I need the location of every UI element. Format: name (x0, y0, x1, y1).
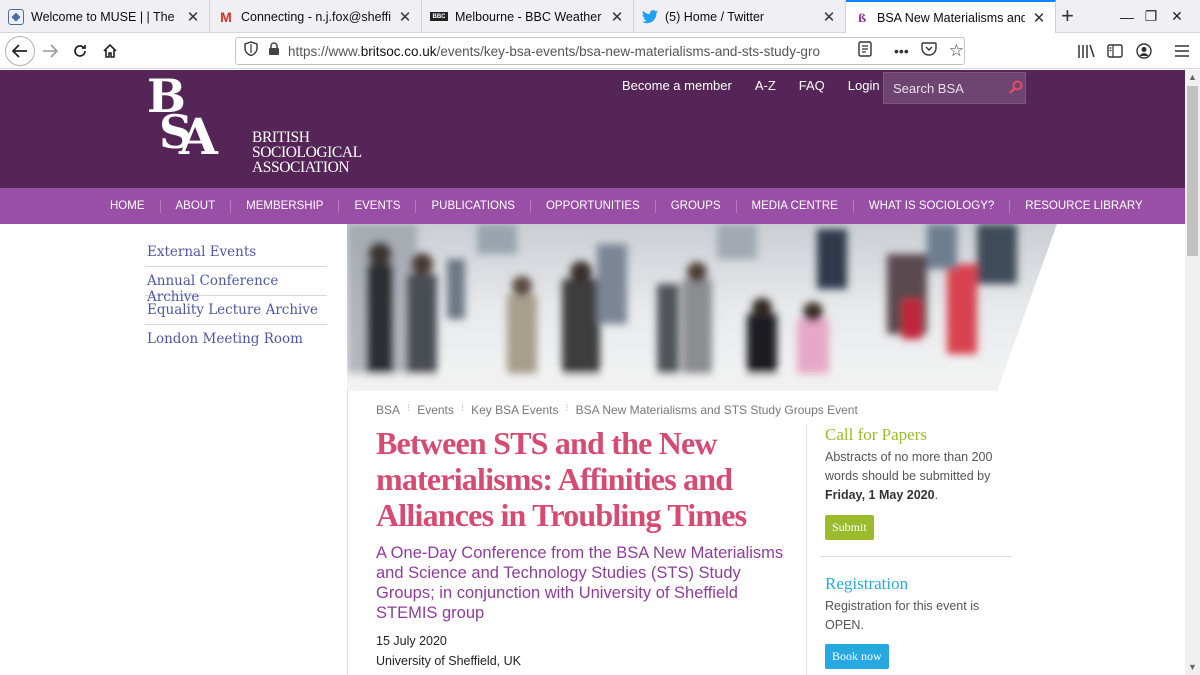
tab-muse[interactable]: ◆ Welcome to MUSE | | The Univ ✕ (0, 0, 210, 33)
faq-link[interactable]: FAQ (799, 78, 825, 93)
a-z-link[interactable]: A-Z (755, 78, 776, 93)
submit-button[interactable]: Submit (825, 515, 874, 540)
breadcrumb-separator-icon: ⁝ (460, 403, 465, 414)
call-deadline: Friday, 1 May 2020 (825, 488, 935, 502)
nav-events[interactable]: Events (339, 199, 417, 213)
shield-icon: ◆ (8, 8, 24, 25)
address-bar[interactable]: https://www.britsoc.co.uk/events/key-bsa… (235, 37, 965, 65)
bsa-icon: ß (857, 11, 867, 25)
breadcrumb-separator-icon: ⁝ (407, 403, 411, 414)
logo-letter-a: A (178, 107, 219, 166)
close-icon[interactable]: ✕ (821, 8, 837, 26)
nav-what-is-sociology[interactable]: What is Sociology? (854, 199, 1011, 213)
call-for-papers-text: Abstracts of no more than 200 words shou… (825, 450, 993, 502)
breadcrumb-item[interactable]: Events (417, 403, 454, 417)
book-now-button[interactable]: Book now (825, 644, 889, 669)
gmail-icon: M (220, 8, 232, 25)
bsa-logo[interactable]: B S A BRITISH SOCIOLOGICAL ASSOCIATION (145, 69, 375, 178)
nav-resource-library[interactable]: Resource Library (1010, 200, 1157, 213)
nav-groups[interactable]: Groups (656, 199, 737, 213)
column-divider (806, 424, 807, 675)
reload-button[interactable] (66, 37, 94, 65)
side-divider (820, 556, 1012, 557)
close-icon[interactable]: ✕ (185, 8, 201, 26)
call-for-papers-box: Call for Papers Abstracts of no more tha… (825, 425, 1000, 540)
nav-opportunities[interactable]: Opportunities (531, 199, 656, 213)
scroll-down-icon[interactable]: ▼ (1188, 662, 1197, 672)
registration-heading: Registration (825, 574, 909, 593)
event-date: 15 July 2020 (376, 634, 447, 648)
tab-bbc[interactable]: BBC Melbourne - BBC Weather ✕ (422, 0, 634, 33)
bbc-icon: BBC (430, 12, 448, 21)
search-input[interactable]: Search BSA (883, 72, 1026, 104)
sidebar-icon[interactable] (1101, 37, 1129, 65)
top-links: Become a member A-Z FAQ Login (622, 78, 903, 93)
url-text[interactable]: https://www.britsoc.co.uk/events/key-bsa… (288, 44, 820, 59)
nav-media-centre[interactable]: Media Centre (737, 199, 854, 213)
page-title: Between STS and the New materialisms: Af… (376, 425, 747, 533)
browser-toolbar: https://www.britsoc.co.uk/events/key-bsa… (0, 33, 1200, 69)
window-close-button[interactable]: ✕ (1154, 0, 1200, 33)
scroll-up-icon[interactable]: ▲ (1188, 72, 1197, 82)
chevron-down-icon[interactable] (1062, 0, 1108, 33)
sidebar-item-annual-conference-archive[interactable]: Annual Conference Archive (145, 267, 327, 305)
nav-about[interactable]: About (161, 199, 232, 213)
content-divider (347, 390, 348, 675)
close-icon[interactable]: ✕ (397, 8, 413, 26)
breadcrumb: BSA ⁝ Events ⁝ Key BSA Events ⁝ BSA New … (376, 403, 858, 417)
become-member-link[interactable]: Become a member (622, 78, 732, 93)
menu-icon[interactable] (1168, 37, 1196, 65)
call-for-papers-heading: Call for Papers (825, 425, 927, 444)
library-icon[interactable] (1072, 37, 1100, 65)
sidebar-item-external-events[interactable]: External Events (145, 238, 327, 267)
star-icon[interactable]: ☆ (949, 41, 964, 61)
registration-text: Registration for this event is OPEN. (825, 599, 980, 632)
home-button[interactable] (96, 37, 124, 65)
close-icon[interactable]: ✕ (609, 8, 625, 26)
nav-membership[interactable]: Membership (231, 199, 340, 213)
sidebar-menu: External Events Annual Conference Archiv… (145, 238, 327, 354)
tracking-protection-icon[interactable] (244, 41, 258, 61)
close-icon[interactable]: ✕ (1031, 9, 1047, 27)
login-link[interactable]: Login (848, 78, 880, 93)
pocket-icon[interactable] (921, 41, 937, 61)
browser-tab-bar: ◆ Welcome to MUSE | | The Univ ✕ M Conne… (0, 0, 1200, 34)
breadcrumb-item[interactable]: BSA (376, 403, 400, 417)
main-navigation: Home About Membership Events Publication… (0, 188, 1185, 224)
registration-box: Registration Registration for this event… (825, 574, 1000, 669)
page-actions-icon[interactable]: ••• (894, 43, 909, 59)
breadcrumb-item[interactable]: Key BSA Events (471, 403, 558, 417)
breadcrumb-separator-icon: ⁝ (565, 403, 569, 414)
tab-twitter[interactable]: (5) Home / Twitter ✕ (634, 0, 846, 33)
twitter-icon (642, 9, 658, 25)
site-header: B S A BRITISH SOCIOLOGICAL ASSOCIATION B… (0, 69, 1185, 188)
tab-gmail[interactable]: M Connecting - n.j.fox@sheffield. ✕ (210, 0, 422, 33)
event-venue: University of Sheffield, UK (376, 654, 521, 668)
back-button[interactable] (5, 36, 35, 66)
nav-publications[interactable]: Publications (416, 199, 531, 213)
forward-button[interactable] (36, 37, 64, 65)
page-subtitle: A One-Day Conference from the BSA New Ma… (376, 544, 784, 622)
logo-wordmark: BRITISH SOCIOLOGICAL ASSOCIATION (252, 129, 362, 176)
breadcrumb-item-current: BSA New Materialisms and STS Study Group… (575, 403, 858, 417)
nav-home[interactable]: Home (95, 199, 161, 213)
account-icon[interactable] (1130, 37, 1158, 65)
reader-view-icon[interactable] (858, 40, 872, 62)
search-icon[interactable] (1009, 80, 1023, 97)
tab-bsa[interactable]: ß BSA New Materialisms and STS ✕ (846, 0, 1056, 34)
sidebar-item-london-meeting-room[interactable]: London Meeting Room (145, 325, 327, 354)
scrollbar-thumb[interactable] (1187, 86, 1198, 256)
hero-image (347, 224, 1057, 391)
lock-icon[interactable] (268, 41, 280, 61)
